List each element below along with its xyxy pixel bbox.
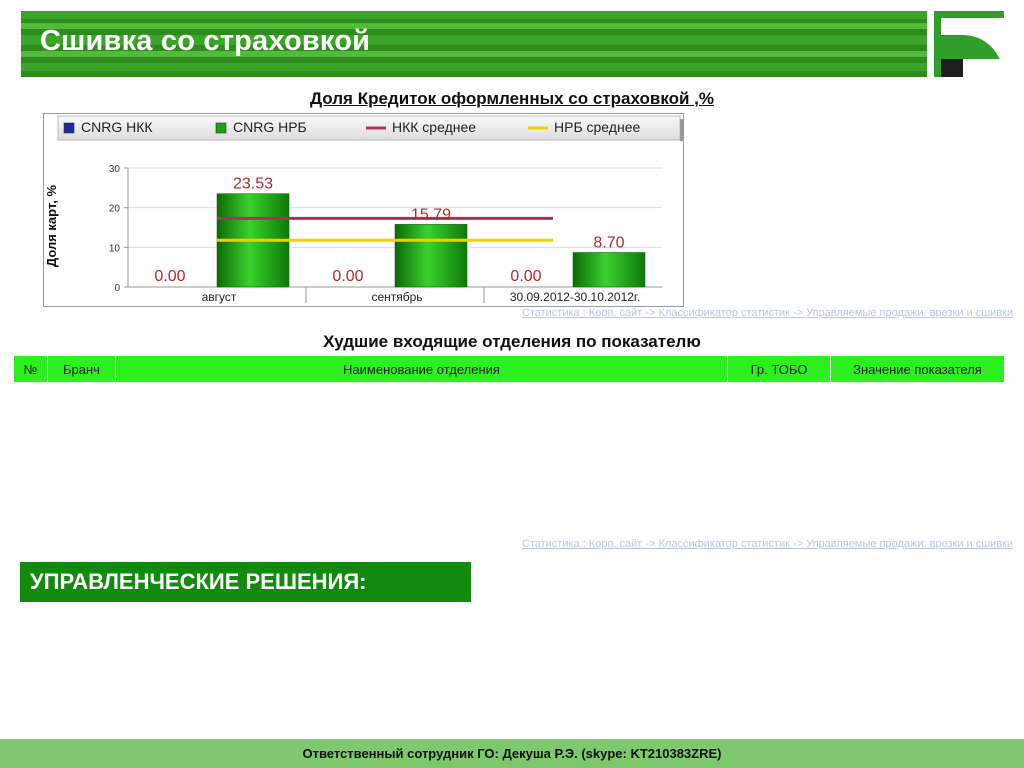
x-category-label: август xyxy=(202,290,237,304)
y-tick-label: 10 xyxy=(109,243,121,254)
bar-nrb xyxy=(394,224,468,288)
chart-title: Доля Кредиток оформленных со страховкой … xyxy=(309,89,715,108)
legend-label: НКК среднее xyxy=(392,119,476,135)
legend-swatch xyxy=(63,122,75,134)
data-label-nrb: 8.70 xyxy=(593,234,624,251)
legend-label: НРБ среднее xyxy=(554,119,640,135)
x-category-label: 30.09.2012-30.10.2012г. xyxy=(510,290,640,304)
column-header-branch-name[interactable]: Наименование отделения xyxy=(116,356,728,382)
page-title: Сшивка со страховкой xyxy=(40,25,371,57)
header-banner: Сшивка со страховкой xyxy=(21,11,927,77)
source-link[interactable]: Статистика : Корп. сайт -> Классификатор… xyxy=(522,307,1013,319)
legend-shadow xyxy=(680,119,683,141)
y-axis-label: Доля карт, % xyxy=(44,184,59,267)
column-header-tobo-group[interactable]: Гр. ТОБО xyxy=(728,356,831,382)
y-tick-label: 20 xyxy=(109,204,121,215)
data-label-nkk: 0.00 xyxy=(154,268,185,285)
y-tick-label: 30 xyxy=(109,164,121,175)
management-decisions-heading: УПРАВЛЕНЧЕСКИЕ РЕШЕНИЯ: xyxy=(20,562,471,602)
data-label-nrb: 23.53 xyxy=(233,176,273,193)
y-tick-label: 0 xyxy=(114,283,120,294)
worst-branches-title: Худшие входящие отделения по показателю xyxy=(323,332,701,351)
chart-canvas: CNRG НКК CNRG НРБ НКК среднее НРБ среднее 0… xyxy=(44,115,683,304)
source-link-table[interactable]: Статистика : Корп. сайт -> Классификатор… xyxy=(522,538,1013,550)
legend-label: CNRG НКК xyxy=(81,119,153,135)
legend-label: CNRG НРБ xyxy=(233,119,307,135)
brand-logo xyxy=(934,11,1004,77)
data-label-nrb: 15.79 xyxy=(411,206,451,223)
bar-nrb xyxy=(572,252,646,288)
data-label-nkk: 0.00 xyxy=(332,268,363,285)
data-label-nkk: 0.00 xyxy=(510,268,541,285)
x-category-label: сентябрь xyxy=(371,290,422,304)
column-header-indicator-value[interactable]: Значение показателя xyxy=(831,356,1004,382)
bar-chart: CNRG НКК CNRG НРБ НКК среднее НРБ среднее 0… xyxy=(43,113,684,307)
column-header-number[interactable]: № xyxy=(14,356,48,382)
footer-responsible: Ответственный сотрудник ГО: Декуша Р.Э. … xyxy=(0,739,1024,768)
branches-table-header: № Бранч Наименование отделения Гр. ТОБО … xyxy=(14,356,1004,382)
legend-swatch xyxy=(215,122,227,134)
column-header-branch[interactable]: Бранч xyxy=(48,356,116,382)
